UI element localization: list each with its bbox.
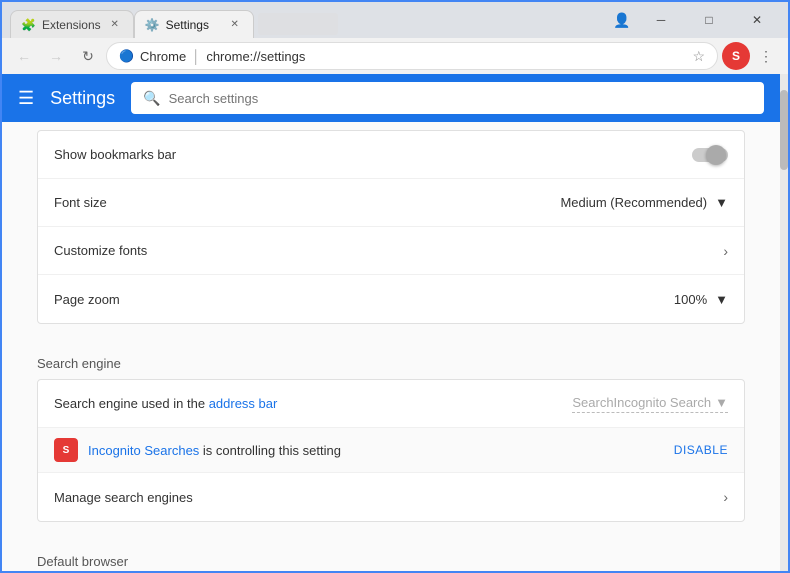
search-bar-settings[interactable]: 🔍 [131, 82, 764, 114]
user-account-icon[interactable]: 👤 [608, 6, 636, 34]
search-engine-dropdown[interactable]: SearchIncognito Search ▼ [572, 395, 728, 413]
search-settings-input[interactable] [169, 91, 752, 106]
back-button[interactable]: ← [10, 42, 38, 70]
incognito-search-icon[interactable]: S [722, 42, 750, 70]
toggle-knob [706, 145, 726, 165]
font-size-row: Font size Medium (Recommended) ▼ [38, 179, 744, 227]
secure-icon: 🔵 [119, 49, 134, 63]
address-bar[interactable]: 🔵 Chrome │ chrome://settings ☆ [106, 42, 718, 70]
address-bar-row: ← → ↻ 🔵 Chrome │ chrome://settings ☆ S ⋮ [2, 38, 788, 74]
customize-fonts-arrow: › [723, 243, 728, 259]
tabs-container: 🧩 Extensions ✕ ⚙️ Settings ✕ [10, 10, 600, 38]
close-button[interactable]: ✕ [734, 6, 780, 34]
address-chrome-label: Chrome [140, 49, 186, 64]
settings-tab-icon: ⚙️ [145, 18, 160, 32]
window-controls: 👤 ─ □ ✕ [608, 6, 780, 34]
disable-button[interactable]: DISABLE [674, 443, 728, 457]
incognito-controlling-row: S Incognito Searches is controlling this… [38, 428, 744, 473]
default-browser-section-label: Default browser [37, 538, 745, 571]
extensions-tab-close[interactable]: ✕ [107, 17, 123, 33]
tab-settings[interactable]: ⚙️ Settings ✕ [134, 10, 254, 38]
extensions-tab-label: Extensions [42, 18, 101, 32]
hamburger-icon[interactable]: ☰ [18, 88, 34, 109]
search-icon: 🔍 [143, 90, 160, 107]
refresh-button[interactable]: ↻ [74, 42, 102, 70]
customize-fonts-row[interactable]: Customize fonts › [38, 227, 744, 275]
settings-content[interactable]: Show bookmarks bar Font size Medium (Rec… [2, 122, 780, 571]
search-engine-label: Search engine used in the address bar [54, 396, 572, 411]
maximize-button[interactable]: □ [686, 6, 732, 34]
incognito-searches-link[interactable]: Incognito Searches [88, 443, 199, 458]
settings-page: ☰ Settings 🔍 Show bookmarks bar [2, 74, 780, 571]
bookmark-star-icon[interactable]: ☆ [692, 48, 705, 65]
browser-menu-icon[interactable]: ⋮ [752, 42, 780, 70]
title-bar: 🧩 Extensions ✕ ⚙️ Settings ✕ 👤 ─ □ ✕ [2, 2, 788, 38]
incognito-controlling-text: Incognito Searches is controlling this s… [88, 443, 664, 458]
appearance-card: Show bookmarks bar Font size Medium (Rec… [37, 130, 745, 324]
search-engine-chevron: ▼ [715, 395, 728, 410]
search-engine-section-label: Search engine [37, 340, 745, 379]
address-url: chrome://settings [206, 49, 305, 64]
address-bar-link[interactable]: address bar [209, 396, 278, 411]
bookmarks-bar-row: Show bookmarks bar [38, 131, 744, 179]
font-size-selected: Medium (Recommended) [560, 195, 707, 210]
font-size-value[interactable]: Medium (Recommended) ▼ [560, 195, 728, 210]
page-zoom-chevron: ▼ [715, 292, 728, 307]
extensions-tab-icon: 🧩 [21, 18, 36, 32]
font-size-chevron: ▼ [715, 195, 728, 210]
manage-search-engines-label: Manage search engines [54, 490, 723, 505]
address-separator: │ [192, 49, 200, 64]
minimize-button[interactable]: ─ [638, 6, 684, 34]
search-engine-row: Search engine used in the address bar Se… [38, 380, 744, 428]
page-zoom-label: Page zoom [54, 292, 674, 307]
font-size-label: Font size [54, 195, 560, 210]
search-engine-card: Search engine used in the address bar Se… [37, 379, 745, 522]
page-zoom-row: Page zoom 100% ▼ [38, 275, 744, 323]
bookmarks-bar-label: Show bookmarks bar [54, 147, 692, 162]
page-zoom-value[interactable]: 100% ▼ [674, 292, 728, 307]
tab-extensions[interactable]: 🧩 Extensions ✕ [10, 10, 134, 38]
address-bar-actions: S ⋮ [722, 42, 780, 70]
browser-content-area: ☰ Settings 🔍 Show bookmarks bar [2, 74, 788, 571]
page-zoom-selected: 100% [674, 292, 707, 307]
settings-title: Settings [50, 88, 115, 109]
scrollbar-thumb[interactable] [780, 90, 788, 170]
browser-window: 🧩 Extensions ✕ ⚙️ Settings ✕ 👤 ─ □ ✕ ← →… [0, 0, 790, 573]
settings-header: ☰ Settings 🔍 [2, 74, 780, 122]
content-inner: Show bookmarks bar Font size Medium (Rec… [21, 130, 761, 571]
manage-search-engines-arrow: › [723, 489, 728, 505]
forward-button[interactable]: → [42, 42, 70, 70]
settings-tab-close[interactable]: ✕ [227, 17, 243, 33]
scrollbar[interactable] [780, 74, 788, 571]
settings-tab-label: Settings [166, 18, 209, 32]
incognito-logo: S [54, 438, 78, 462]
search-engine-current: SearchIncognito Search [572, 395, 711, 410]
bookmarks-bar-toggle[interactable] [692, 148, 728, 162]
manage-search-engines-row[interactable]: Manage search engines › [38, 473, 744, 521]
customize-fonts-label: Customize fonts [54, 243, 723, 258]
